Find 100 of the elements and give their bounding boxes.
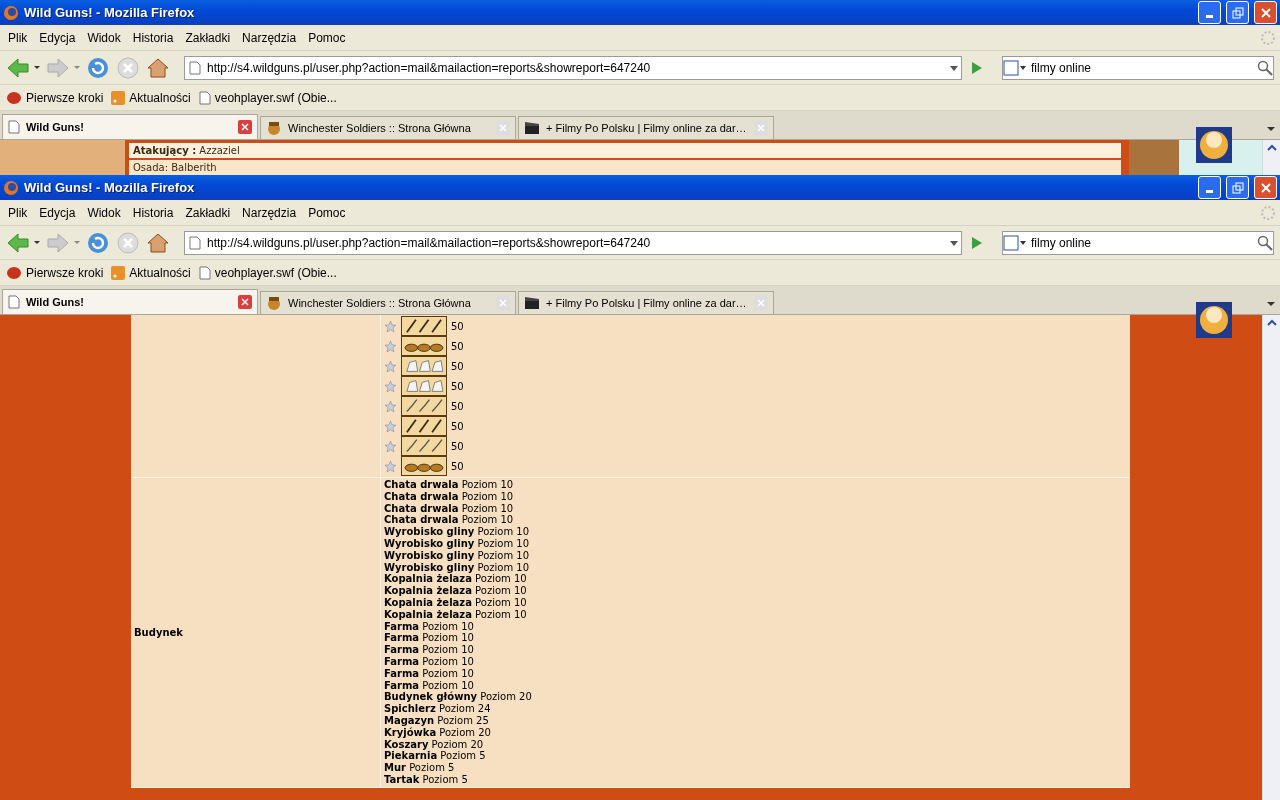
unit-picture [401,456,447,476]
unit-picture [401,376,447,396]
building-line: Farma Poziom 10 [384,620,475,633]
browser-tab[interactable]: Winchester Soldiers :: Strona Główna [260,291,516,314]
close-button[interactable] [1254,176,1277,199]
back-arrow-icon[interactable] [6,56,40,79]
stop-icon[interactable] [116,230,140,255]
menu-item[interactable]: Historia [128,30,180,45]
browser-tab[interactable]: + Filmy Po Polsku | Filmy online za dar… [518,291,774,314]
building-line: Spichlerz Poziom 24 [384,703,492,715]
unit-count: 50 [451,440,464,452]
search-engine-icon[interactable] [1003,59,1027,76]
star-icon[interactable] [384,419,397,433]
page-icon [8,295,20,309]
browser-tab[interactable]: Wild Guns! [2,114,258,139]
building-line: Koszary Poziom 20 [384,738,485,751]
star-icon[interactable] [384,399,397,413]
unit-count: 50 [451,320,464,332]
unit-picture [401,396,447,416]
search-icon[interactable] [1257,59,1273,76]
star-icon[interactable] [384,359,397,373]
building-line: Chata drwala Poziom 10 [384,502,515,515]
scrollbar[interactable] [1262,315,1280,800]
unit-count: 50 [451,380,464,392]
window-title: Wild Guns! - Mozilla Firefox [24,5,196,20]
orb-icon[interactable] [1196,127,1232,163]
close-tab-icon[interactable] [238,120,252,134]
minimize-button[interactable] [1198,176,1221,199]
menu-item[interactable]: Plik [4,30,34,45]
restore-button[interactable] [1226,176,1249,199]
building-line: Farma Poziom 10 [384,679,475,691]
clapperboard-icon [524,121,540,135]
building-line: Kopalnia żelaza Poziom 10 [384,608,528,621]
menu-item[interactable]: Pomoc [304,30,352,45]
bookmark-item[interactable]: veohplayer.swf (Obie... [198,265,337,280]
bookmark-item[interactable]: veohplayer.swf (Obie... [198,90,337,105]
menu-item[interactable]: Widok [83,205,127,220]
bookmark-item[interactable]: Aktualności [111,265,191,280]
building-line: Piekarnia Poziom 5 [384,750,487,763]
building-line: Chata drwala Poziom 10 [384,490,515,503]
menu-item[interactable]: Narzędzia [238,30,303,45]
bookmark-item[interactable]: Pierwsze kroki [6,265,104,280]
building-line: Chata drwala Poziom 10 [384,479,515,491]
address-field[interactable]: http://s4.wildguns.pl/user.php?action=mail&mailaction=reports&showreport=647240 [184,55,962,80]
menu-item[interactable]: Zakładki [181,205,237,220]
building-line: Farma Poziom 10 [384,644,475,656]
building-line: Kryjówka Poziom 20 [384,726,492,739]
search-field[interactable]: filmy online [1002,230,1274,255]
stop-icon[interactable] [116,55,140,80]
building-line: Wyrobisko gliny Poziom 10 [384,561,531,574]
back-arrow-icon[interactable] [6,231,40,254]
page-icon [198,90,211,105]
browser-tab[interactable]: + Filmy Po Polsku | Filmy online za dar… [518,116,774,139]
menu-item[interactable]: Widok [83,30,127,45]
scrollbar[interactable] [1262,140,1280,175]
building-line: Wyrobisko gliny Poziom 10 [384,549,531,562]
unit-picture [401,336,447,356]
menu-item[interactable]: Historia [128,205,180,220]
rss-icon [111,90,126,105]
orb-icon[interactable] [1196,302,1232,338]
page-icon [198,265,211,280]
unit-count: 50 [451,420,464,432]
browser-tab[interactable]: Winchester Soldiers :: Strona Główna [260,116,516,139]
menu-item[interactable]: Pomoc [304,205,352,220]
menu-item[interactable]: Plik [4,205,34,220]
row-label: Budynek [134,626,183,638]
page-icon [8,120,20,134]
menu-item[interactable]: Edycja [35,205,82,220]
building-line: Farma Poziom 10 [384,632,475,645]
rss-icon [111,265,126,280]
search-field[interactable]: filmy online [1002,55,1274,80]
address-field[interactable]: http://s4.wildguns.pl/user.php?action=mail&mailaction=reports&showreport=647240 [184,230,962,255]
bookmark-item[interactable]: Pierwsze kroki [6,90,104,105]
reload-icon[interactable] [86,230,110,255]
reload-icon[interactable] [86,55,110,80]
star-icon[interactable] [384,339,397,353]
search-engine-icon[interactable] [1003,234,1027,251]
minimize-icon [1206,15,1213,18]
star-icon[interactable] [384,379,397,393]
close-tab-icon[interactable] [238,295,252,309]
restore-button[interactable] [1226,1,1249,24]
menu-item[interactable]: Edycja [35,30,82,45]
menu-item[interactable]: Zakładki [181,30,237,45]
building-line: Farma Poziom 10 [384,655,475,668]
browser-tab[interactable]: Wild Guns! [2,289,258,314]
building-line: Kopalnia żelaza Poziom 10 [384,573,528,586]
building-line: Magazyn Poziom 25 [384,714,490,727]
star-icon[interactable] [384,439,397,453]
close-button[interactable] [1254,1,1277,24]
restore-icon [1231,6,1244,19]
star-icon[interactable] [384,459,397,473]
unit-picture [401,316,447,336]
building-line: Mur Poziom 5 [384,762,456,774]
bookmark-item[interactable]: Aktualności [111,90,191,105]
menu-item[interactable]: Narzędzia [238,205,303,220]
search-icon[interactable] [1257,234,1273,251]
building-line: Wyrobisko gliny Poziom 10 [384,526,531,538]
star-icon[interactable] [384,319,397,333]
building-line: Kopalnia żelaza Poziom 10 [384,596,528,609]
minimize-button[interactable] [1198,1,1221,24]
